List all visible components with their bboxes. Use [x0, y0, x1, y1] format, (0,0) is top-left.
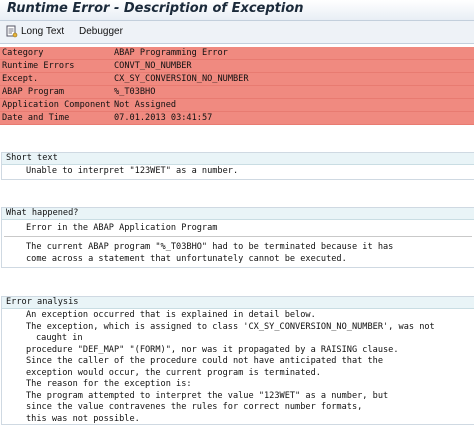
- header-row-exception: Except. CX_SY_CONVERSION_NO_NUMBER: [0, 73, 474, 86]
- text-line: The exception, which is assigned to clas…: [26, 321, 435, 332]
- header-row-date-time: Date and Time 07.01.2013 03:41:57: [0, 112, 474, 125]
- text-line: Since the caller of the procedure could …: [26, 356, 383, 366]
- section-heading: Error analysis: [2, 297, 474, 309]
- header-label: Except.: [2, 74, 39, 84]
- header-row-runtime-errors: Runtime Errors CONVT_NO_NUMBER: [0, 60, 474, 73]
- text-line: this was not possible.: [26, 413, 140, 424]
- header-row-category: Category ABAP Programming Error: [0, 47, 474, 60]
- header-value: 07.01.2013 03:41:57: [114, 113, 213, 123]
- header-value: %_T03BHO: [114, 87, 156, 97]
- text-line: The current ABAP program "%_T03BHO" had …: [26, 242, 394, 252]
- short-text-line: Unable to interpret "123WET" as a number…: [26, 166, 239, 176]
- line-divider: [4, 236, 472, 237]
- text-line: Error in the ABAP Application Program: [26, 223, 218, 233]
- debugger-label: Debugger: [79, 26, 123, 37]
- header-value: Not Assigned: [114, 100, 177, 110]
- text-line: procedure "DEF_MAP" "(FORM)", nor was it…: [26, 344, 399, 355]
- header-label: Application Component: [2, 100, 111, 110]
- what-happened-section: What happened? Error in the ABAP Applica…: [1, 207, 474, 268]
- header-value: ABAP Programming Error: [114, 48, 228, 58]
- section-heading: What happened?: [2, 208, 474, 220]
- window-title: Runtime Error - Description of Exception: [7, 1, 304, 16]
- text-line: The program attempted to interpret the v…: [26, 390, 389, 401]
- header-label: ABAP Program: [2, 87, 65, 97]
- title-bar: Runtime Error - Description of Exception: [0, 0, 474, 21]
- error-analysis-section: Error analysis An exception occurred tha…: [1, 296, 474, 425]
- long-text-label: Long Text: [21, 26, 65, 37]
- text-line: exception would occur, the current progr…: [26, 367, 321, 378]
- text-line: An exception occurred that is explained …: [26, 310, 316, 320]
- text-line: The reason for the exception is:: [26, 379, 192, 389]
- header-label: Category: [2, 48, 44, 58]
- document-icon: [5, 25, 18, 38]
- header-label: Runtime Errors: [2, 61, 75, 71]
- short-text-section: Short text Unable to interpret "123WET" …: [1, 152, 474, 180]
- text-line: caught in: [36, 333, 83, 343]
- long-text-button[interactable]: Long Text: [5, 24, 64, 39]
- header-value: CONVT_NO_NUMBER: [114, 61, 192, 71]
- text-line: since the value contravenes the rules fo…: [26, 402, 363, 412]
- error-header-table: Category ABAP Programming Error Runtime …: [0, 47, 474, 125]
- debugger-button[interactable]: Debugger: [79, 24, 123, 39]
- text-line: come across a statement that unfortunate…: [26, 254, 347, 264]
- header-row-application-component: Application Component Not Assigned: [0, 99, 474, 112]
- header-row-abap-program: ABAP Program %_T03BHO: [0, 86, 474, 99]
- section-heading: Short text: [2, 153, 474, 165]
- application-toolbar: Long Text Debugger: [0, 21, 474, 44]
- header-label: Date and Time: [2, 113, 70, 123]
- header-value: CX_SY_CONVERSION_NO_NUMBER: [114, 74, 249, 84]
